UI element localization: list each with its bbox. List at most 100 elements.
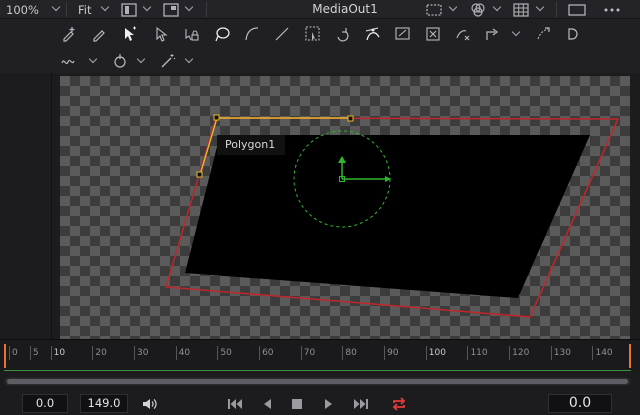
viewer-title: MediaOut1 <box>312 2 378 16</box>
timeline-tick <box>592 346 594 360</box>
more-dots-icon[interactable] <box>603 1 621 19</box>
grid-chevron-down-icon[interactable] <box>535 2 545 12</box>
spline-point[interactable] <box>213 114 220 121</box>
fit-value: Fit <box>78 2 92 17</box>
reduce-points-icon[interactable] <box>454 25 472 43</box>
timeline-tick-label: 100 <box>428 348 446 358</box>
spline-point[interactable] <box>347 115 354 122</box>
roi-chevron-down-icon[interactable] <box>448 2 458 12</box>
roughness-icon[interactable] <box>60 52 78 70</box>
fullscreen-icon[interactable] <box>568 1 586 19</box>
polygon-label: Polygon1 <box>217 135 285 155</box>
publish-chevron-down-icon[interactable] <box>511 27 521 37</box>
timeline-tick-label: 5 <box>32 348 39 358</box>
roughness-chevron-down-icon[interactable] <box>88 54 98 64</box>
wand-chevron-down-icon[interactable] <box>184 54 194 64</box>
timeline-tick-label: 50 <box>220 348 232 358</box>
polygon-mask-fill <box>185 135 590 298</box>
timeline-tick <box>50 346 52 360</box>
timeline-tick-label: 40 <box>178 348 191 358</box>
select-arrow-icon[interactable] <box>120 25 138 43</box>
grid-icon[interactable] <box>512 1 530 19</box>
publish-points-icon[interactable] <box>484 25 502 43</box>
play-forward-icon[interactable] <box>320 395 338 413</box>
fit-chevron-down-icon[interactable] <box>100 2 110 12</box>
split-chevron-down-icon[interactable] <box>142 2 152 12</box>
stop-icon[interactable] <box>288 395 306 413</box>
viewer-split-icon[interactable] <box>120 1 138 19</box>
current-time-field[interactable]: 0.0 <box>548 394 612 413</box>
timeline-tick-label: 70 <box>303 348 316 358</box>
scrollbar-thumb[interactable] <box>7 379 628 384</box>
timeline-tick-label: 90 <box>387 348 399 358</box>
timeline-tick <box>300 346 302 360</box>
zoom-value: 100% <box>6 2 39 17</box>
loop-icon[interactable] <box>390 395 408 413</box>
divider <box>206 2 207 17</box>
timeline-tick-label: 130 <box>553 348 571 358</box>
insert-point-icon[interactable] <box>60 25 78 43</box>
timeline-tick-label: 0 <box>12 348 18 358</box>
viewer-header: 100% Fit MediaOut1 <box>0 0 640 19</box>
timeline-tick <box>425 346 427 360</box>
timeline-tick <box>217 346 219 360</box>
render-start-marker[interactable] <box>4 344 6 368</box>
shape-keys-chevron-down-icon[interactable] <box>136 54 146 64</box>
timeline-tick-label: 10 <box>53 348 66 358</box>
draw-pen-icon[interactable] <box>90 25 108 43</box>
timeline-tick <box>9 346 10 360</box>
zoom-dropdown[interactable]: 100% <box>6 0 39 19</box>
render-end-field[interactable]: 149.0 <box>80 394 128 413</box>
volume-icon[interactable] <box>140 395 158 413</box>
layout-chevron-down-icon[interactable] <box>184 2 194 12</box>
timeline-tick <box>550 346 552 360</box>
delete-points-icon[interactable] <box>424 25 442 43</box>
linear-spline-icon[interactable] <box>273 25 291 43</box>
render-end-marker[interactable] <box>629 344 631 368</box>
timeline-scrollbar[interactable] <box>4 377 631 386</box>
timeline-tick-label: 20 <box>95 348 107 358</box>
roi-icon[interactable] <box>425 1 443 19</box>
polygon-toolbar <box>0 19 640 73</box>
viewer-canvas[interactable]: Polygon1 <box>60 76 630 339</box>
go-to-start-icon[interactable] <box>226 395 244 413</box>
timeline-tick <box>175 346 177 360</box>
smooth-spline-icon[interactable] <box>243 25 261 43</box>
timeline-tick <box>467 346 469 360</box>
go-to-end-icon[interactable] <box>352 395 370 413</box>
timeline-tick <box>92 346 94 360</box>
double-polyline-icon[interactable] <box>564 25 582 43</box>
magic-wand-icon[interactable] <box>159 52 177 70</box>
follow-points-icon[interactable] <box>534 25 552 43</box>
select-all-points-icon[interactable] <box>304 25 322 43</box>
timeline-tick <box>384 346 386 360</box>
channels-chevron-down-icon[interactable] <box>492 2 502 12</box>
timeline-tick-label: 30 <box>137 348 149 358</box>
play-reverse-icon[interactable] <box>258 395 276 413</box>
timeline-tick-label: 120 <box>512 348 530 358</box>
timeline-tick-label: 80 <box>345 348 357 358</box>
rotate-points-icon[interactable] <box>334 25 352 43</box>
zoom-chevron-down-icon[interactable] <box>51 2 61 12</box>
render-start-field[interactable]: 0.0 <box>22 394 68 413</box>
timeline-tick <box>509 346 511 360</box>
timeline-tick <box>29 346 31 360</box>
transport-bar: 0.0 149.0 0.0 <box>0 390 640 415</box>
color-channels-icon[interactable] <box>469 1 487 19</box>
viewer-layout-icon[interactable] <box>162 1 180 19</box>
timeline-tick <box>342 346 344 360</box>
divider <box>66 2 67 17</box>
fit-dropdown[interactable]: Fit <box>78 0 91 19</box>
timeline-tick-label: 110 <box>470 348 488 358</box>
timeline-tick <box>259 346 261 360</box>
timeline-tick <box>134 346 136 360</box>
closed-spline-icon[interactable] <box>213 25 231 43</box>
shape-keys-icon[interactable] <box>111 52 129 70</box>
timeline-ruler[interactable]: 0 5 10 20 30 40 50 60 70 80 90 100 110 120 130 140 <box>0 339 640 371</box>
modify-points-icon[interactable] <box>152 25 170 43</box>
timeline-tick-label: 140 <box>595 348 613 358</box>
transform-box-icon[interactable] <box>394 25 412 43</box>
spline-point[interactable] <box>196 171 203 178</box>
bezier-handles-icon[interactable] <box>364 25 382 43</box>
lock-points-icon[interactable] <box>182 25 200 43</box>
